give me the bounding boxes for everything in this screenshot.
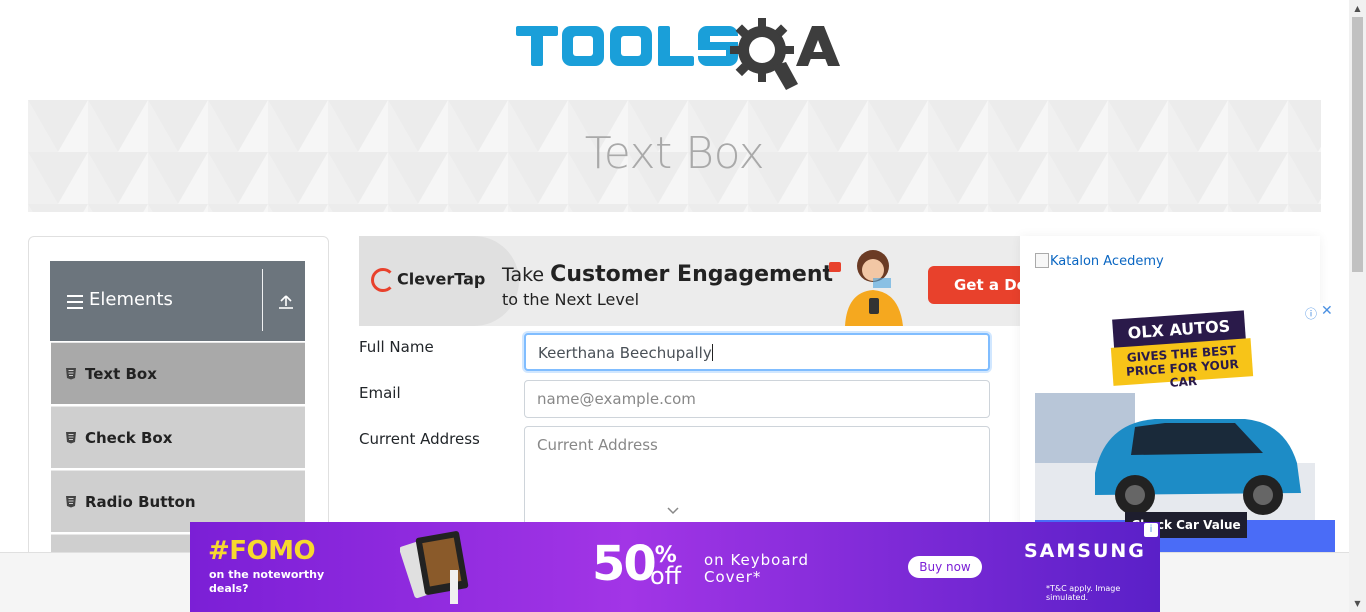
terms-text: *T&C apply. Image simulated. xyxy=(1046,584,1121,602)
katalon-ad-link[interactable]: Katalon Acedemy xyxy=(1035,253,1164,269)
full-name-input[interactable]: Keerthana Beechupally xyxy=(524,333,990,371)
ad-info-icon[interactable]: i xyxy=(1144,523,1158,537)
scroll-up-icon[interactable]: ▲ xyxy=(1349,0,1366,17)
toolsqa-logo[interactable] xyxy=(514,14,844,94)
fomo-subline: on the noteworthy deals? xyxy=(209,568,325,595)
chevron-down-icon[interactable] xyxy=(666,506,680,516)
email-label: Email xyxy=(359,384,401,402)
html5-icon xyxy=(66,496,76,508)
group-header-divider xyxy=(262,269,263,331)
buy-now-button[interactable]: Buy now xyxy=(908,556,982,578)
hamburger-icon xyxy=(67,295,83,309)
car-image xyxy=(1035,393,1315,523)
page-banner: Text Box xyxy=(28,100,1321,212)
sidebar-item-check-box[interactable]: Check Box xyxy=(51,406,305,468)
ad-subline: to the Next Level xyxy=(502,290,640,309)
current-address-label: Current Address xyxy=(359,430,480,448)
ad-person-image xyxy=(829,250,903,326)
clevertap-logo: CleverTap xyxy=(371,268,485,292)
collapse-icon[interactable] xyxy=(276,292,296,312)
page-root: Text Box Elements Text Box Check Box Rad… xyxy=(0,0,1366,612)
text-caret xyxy=(711,344,713,361)
email-placeholder: name@example.com xyxy=(537,390,696,408)
sidebar-group-elements[interactable]: Elements xyxy=(50,261,305,341)
ad-info-icon[interactable]: ⓘ xyxy=(1305,305,1317,322)
scroll-down-icon[interactable]: ▼ xyxy=(1349,595,1366,612)
sidebar-group-title: Elements xyxy=(89,289,173,310)
fomo-headline: #FOMO xyxy=(208,536,316,566)
html5-icon xyxy=(66,432,76,444)
toolsqa-logo-graphic xyxy=(516,18,840,90)
olx-autos-ad[interactable]: ⓘ ✕ OLX AUTOS GIVES THE BEST PRICE FOR Y… xyxy=(1035,303,1335,552)
sidebar-item-label: Text Box xyxy=(85,365,157,383)
vertical-scrollbar[interactable]: ▲ ▼ xyxy=(1349,0,1366,612)
sidebar-item-text-box[interactable]: Text Box xyxy=(51,342,305,404)
tablet-image xyxy=(400,531,469,604)
email-input[interactable]: name@example.com xyxy=(524,380,990,418)
ad-cta-button[interactable]: Get a De xyxy=(928,266,1020,304)
clevertap-ad[interactable]: CleverTap Take Customer Engagement to th… xyxy=(359,236,1020,326)
scrollbar-thumb[interactable] xyxy=(1352,17,1363,272)
full-name-value: Keerthana Beechupally xyxy=(538,344,712,362)
samsung-fomo-ad[interactable]: #FOMO on the noteworthy deals? 50% off o… xyxy=(190,522,1160,612)
page-title: Text Box xyxy=(584,128,765,179)
broken-image-icon xyxy=(1035,253,1049,268)
samsung-logo: SAMSUNG xyxy=(1024,540,1146,562)
sidebar: Elements Text Box Check Box Radio Button xyxy=(28,236,329,566)
current-address-textarea[interactable]: Current Address xyxy=(524,426,990,536)
sidebar-item-label: Radio Button xyxy=(85,493,196,511)
ad-close-icon[interactable]: ✕ xyxy=(1321,303,1333,319)
sidebar-item-label: Check Box xyxy=(85,429,173,447)
discount-off: off xyxy=(650,562,682,590)
offer-text: on Keyboard Cover* xyxy=(704,551,809,586)
html5-icon xyxy=(66,368,76,380)
ad-headline: Take Customer Engagement xyxy=(502,262,834,287)
current-address-placeholder: Current Address xyxy=(537,436,658,454)
full-name-label: Full Name xyxy=(359,338,434,356)
